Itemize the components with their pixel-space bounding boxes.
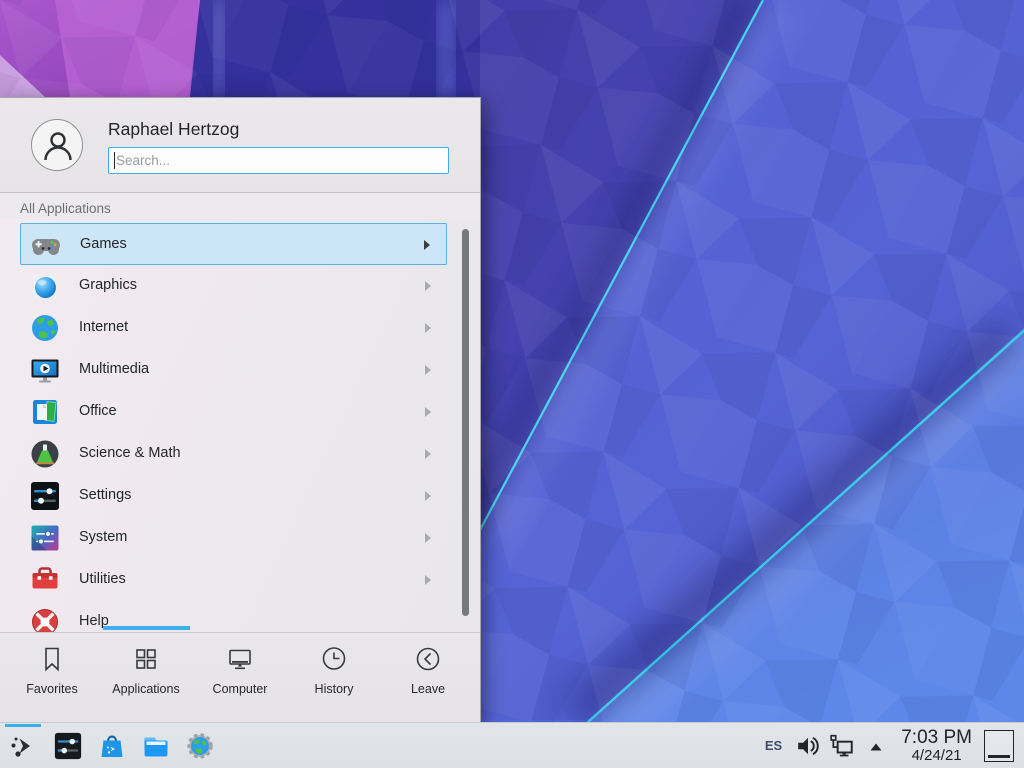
active-tab-indicator: [103, 626, 190, 630]
show-desktop-icon: [988, 755, 1010, 757]
system-tray: ES: [756, 723, 1024, 768]
multimedia-icon: [29, 354, 61, 386]
tab-computer[interactable]: Computer: [193, 633, 287, 722]
tab-label: Applications: [99, 682, 193, 696]
category-label: Office: [79, 403, 117, 419]
category-label: Science & Math: [79, 445, 181, 461]
launcher-tab-bar: Favorites Applications: [0, 633, 480, 722]
category-item-science-math[interactable]: Science & Math: [20, 433, 447, 475]
tab-history[interactable]: History: [287, 633, 381, 722]
category-label: Settings: [79, 487, 131, 503]
tab-leave[interactable]: Leave: [381, 633, 475, 722]
submenu-arrow-icon: [425, 575, 431, 585]
globe-gear-icon: [185, 731, 215, 761]
tab-label: History: [287, 682, 381, 696]
folder-icon: [141, 731, 171, 761]
discover-button[interactable]: [90, 723, 134, 769]
leave-icon: [413, 644, 443, 679]
category-label: Multimedia: [79, 361, 149, 377]
system-settings-button[interactable]: [46, 723, 90, 769]
category-label: Graphics: [79, 277, 137, 293]
application-launcher-menu: Raphael Hertzog All Applications: [0, 97, 481, 722]
submenu-arrow-icon: [425, 407, 431, 417]
toolbox-icon: [29, 564, 61, 596]
grid-icon: [131, 644, 161, 679]
category-label: Internet: [79, 319, 128, 335]
taskbar-apps: [0, 723, 222, 768]
tab-label: Leave: [381, 682, 475, 696]
section-label: All Applications: [20, 201, 111, 216]
submenu-arrow-icon: [425, 449, 431, 459]
category-label: Games: [80, 236, 127, 252]
category-item-settings[interactable]: Settings: [20, 475, 447, 517]
show-desktop-button[interactable]: [984, 730, 1014, 762]
category-item-multimedia[interactable]: Multimedia: [20, 349, 447, 391]
settings-sliders-icon: [29, 480, 61, 512]
category-item-office[interactable]: Office: [20, 391, 447, 433]
gamepad-icon: [30, 229, 62, 261]
discover-bag-icon: [97, 731, 127, 761]
category-item-utilities[interactable]: Utilities: [20, 559, 447, 601]
scrollbar[interactable]: [462, 229, 469, 616]
category-label: System: [79, 529, 127, 545]
keyboard-layout-indicator[interactable]: ES: [756, 738, 791, 753]
kde-launcher-icon: [8, 731, 38, 761]
category-item-games[interactable]: Games: [20, 223, 447, 265]
text-cursor: [114, 152, 115, 169]
computer-icon: [225, 644, 255, 679]
volume-icon[interactable]: [793, 731, 823, 761]
clock-time: 7:03 PM: [901, 728, 972, 748]
system-settings-icon: [53, 731, 83, 761]
clock-date: 4/24/21: [901, 748, 972, 764]
expand-tray-arrow-icon[interactable]: [861, 731, 891, 761]
digital-clock[interactable]: 7:03 PM 4/24/21: [901, 728, 972, 764]
launcher-header: Raphael Hertzog: [0, 98, 480, 193]
flask-icon: [29, 438, 61, 470]
tab-label: Favorites: [5, 682, 99, 696]
search-input[interactable]: [108, 147, 449, 174]
category-label: Utilities: [79, 571, 126, 587]
submenu-arrow-icon: [425, 491, 431, 501]
category-list: Games Graphics: [0, 219, 480, 632]
taskbar-panel: ES: [0, 722, 1024, 768]
user-icon: [41, 129, 75, 163]
lifebuoy-icon: [29, 606, 61, 632]
submenu-arrow-icon: [425, 323, 431, 333]
category-item-internet[interactable]: Internet: [20, 307, 447, 349]
user-name: Raphael Hertzog: [108, 119, 239, 140]
globe-icon: [29, 312, 61, 344]
user-avatar[interactable]: [31, 119, 83, 171]
network-icon[interactable]: [827, 731, 857, 761]
submenu-arrow-icon: [424, 240, 430, 250]
submenu-arrow-icon: [425, 533, 431, 543]
category-item-help[interactable]: Help: [20, 601, 447, 632]
application-launcher-button[interactable]: [0, 723, 46, 769]
file-manager-button[interactable]: [134, 723, 178, 769]
submenu-arrow-icon: [425, 281, 431, 291]
active-task-indicator: [5, 724, 41, 727]
tab-applications[interactable]: Applications: [99, 633, 193, 722]
system-icon: [29, 522, 61, 554]
office-icon: [29, 396, 61, 428]
submenu-arrow-icon: [425, 365, 431, 375]
graphics-icon: [29, 270, 61, 302]
tab-label: Computer: [193, 682, 287, 696]
bookmark-icon: [37, 644, 67, 679]
desktop: Raphael Hertzog All Applications: [0, 0, 1024, 768]
konqueror-browser-button[interactable]: [178, 723, 222, 769]
category-item-system[interactable]: System: [20, 517, 447, 559]
tab-favorites[interactable]: Favorites: [5, 633, 99, 722]
category-item-graphics[interactable]: Graphics: [20, 265, 447, 307]
clock-icon: [319, 644, 349, 679]
